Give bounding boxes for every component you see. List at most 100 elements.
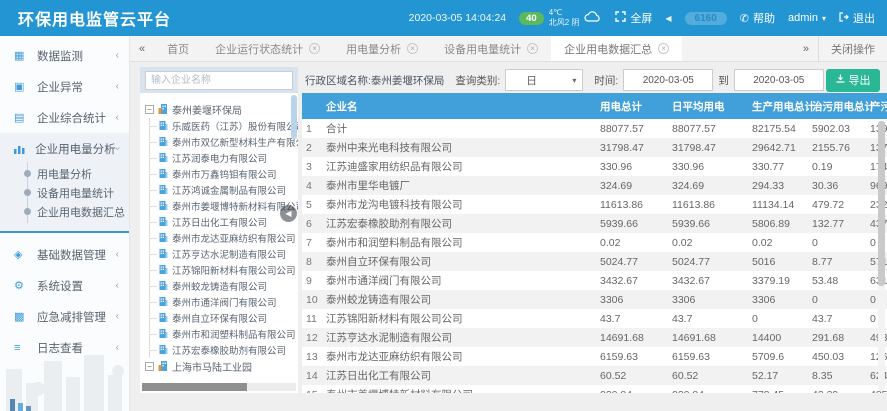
- export-button[interactable]: 导出: [826, 69, 880, 92]
- sidebar-item-company-abnormal[interactable]: ▣企业异常‹: [0, 71, 129, 102]
- building-icon: [159, 344, 168, 357]
- table-row[interactable]: 6江苏宏泰橡胶助剂有限公司5939.665939.665806.89132.77…: [302, 214, 887, 233]
- row-index: 3: [302, 157, 320, 176]
- tab-item-0[interactable]: 首页: [154, 36, 202, 61]
- tree-node[interactable]: 江苏锦阳新材料有限公司公司: [150, 262, 294, 278]
- sidebar-item-power-analysis[interactable]: 企业用电量分析›: [0, 133, 129, 164]
- scrollbar-thumb[interactable]: [878, 121, 885, 286]
- help-button[interactable]: ✆ 帮助: [740, 10, 775, 26]
- table-row[interactable]: 14江苏日出化工有限公司60.5260.5252.178.35624.79: [302, 366, 887, 385]
- tab-close-icon[interactable]: ×: [407, 43, 418, 54]
- date-to-input[interactable]: 2020-03-05: [734, 69, 824, 91]
- tree-children: 乐威医药（江苏）股份有限公司泰州市双亿新型材料生产有限公司江苏润泰电力有限公司泰…: [149, 118, 294, 358]
- table-row[interactable]: 7泰州市和润塑料制品有限公司0.020.020.0200: [302, 233, 887, 252]
- tab-item-3[interactable]: 设备用电量统计 ×: [431, 36, 551, 61]
- tabs-container: 首页企业运行状态统计×用电量分析×设备用电量统计×企业用电数据汇总×: [154, 36, 794, 61]
- tree-vertical-scrollbar[interactable]: [291, 95, 297, 139]
- notice-collapse-icon[interactable]: ◀: [665, 14, 671, 23]
- table-row[interactable]: 8泰州自立环保有限公司5024.775024.7750168.7757194.9…: [302, 252, 887, 271]
- tabs-scroll-left-icon[interactable]: «: [130, 36, 154, 61]
- tab-close-icon[interactable]: ×: [527, 43, 538, 54]
- sidebar-item-system-settings[interactable]: ⚙系统设置‹: [0, 270, 129, 301]
- tabs-scroll-right-icon[interactable]: »: [794, 36, 818, 61]
- log-icon: ≡: [14, 342, 31, 354]
- tab-close-icon[interactable]: ×: [658, 43, 669, 54]
- tree-node[interactable]: 江苏鸿诚金属制品有限公司: [150, 182, 294, 198]
- close-operations-button[interactable]: 关闭操作: [818, 36, 887, 61]
- toolbar: 行政区域名称:泰州姜堰环保局 查询类别: 日 ▾ 时间: 2020-03-05 …: [140, 67, 880, 93]
- company-search-input[interactable]: [145, 71, 293, 90]
- download-icon: [836, 74, 845, 86]
- company-name-cell: 江苏宏泰橡胶助剂有限公司: [320, 214, 594, 233]
- tab-item-4[interactable]: 企业用电数据汇总×: [551, 36, 682, 61]
- table-vertical-scrollbar[interactable]: [878, 121, 885, 390]
- sidebar: ▦数据监测‹▣企业异常‹▤企业综合统计‹企业用电量分析›用电量分析设备用电量统计…: [0, 36, 130, 411]
- tree-node[interactable]: 泰州自立环保有限公司: [150, 310, 294, 326]
- table-row[interactable]: 1合计88077.5788077.5782175.545902.031392.3…: [302, 119, 887, 138]
- tree-node[interactable]: 泰州市龙达亚麻纺织有限公司: [150, 230, 294, 246]
- usage-table: 企业名用电总计日平均用电生产用电总计治污用电总计产污/治污(用 1合计88077…: [302, 93, 887, 393]
- table-row[interactable]: 12江苏亨达水泥制造有限公司14691.6814691.6814400291.6…: [302, 328, 887, 347]
- table-row[interactable]: 4泰州市里华电镀厂324.69324.69294.3330.36969.47: [302, 176, 887, 195]
- table-row[interactable]: 13泰州市龙达亚麻纺织有限公司6159.636159.635709.6450.0…: [302, 347, 887, 366]
- value-cell: 52.17: [746, 366, 806, 385]
- logout-button[interactable]: 退出: [839, 10, 875, 26]
- value-cell: 88077.57: [666, 119, 746, 138]
- category-select[interactable]: 日 ▾: [505, 69, 583, 91]
- collapse-tree-button[interactable]: ◀: [280, 205, 297, 222]
- tree-node[interactable]: 江苏亨达水泥制造有限公司: [150, 246, 294, 262]
- tree-node[interactable]: 泰州市姜堰博特新材料有限公司: [150, 198, 294, 214]
- sidebar-item-company-stats[interactable]: ▤企业综合统计‹: [0, 102, 129, 133]
- sidebar-subitem-device-usage-stats[interactable]: 设备用电量统计: [0, 183, 129, 202]
- tree-node[interactable]: 泰州市和润塑料制品有限公司: [150, 326, 294, 342]
- sidebar-item-base-data[interactable]: ◈基础数据管理‹: [0, 239, 129, 270]
- row-index: 2: [302, 138, 320, 157]
- tab-label: 首页: [167, 41, 189, 57]
- tree-toggle-icon[interactable]: [145, 105, 154, 114]
- tree-node[interactable]: 泰州蛟龙铸造有限公司: [150, 278, 294, 294]
- tree-root-node[interactable]: 上海市马陆工业园: [145, 358, 294, 375]
- fullscreen-button[interactable]: 全屏: [615, 10, 652, 26]
- table-row[interactable]: 9泰州市通洋阀门有限公司3432.673432.673379.1953.4863…: [302, 271, 887, 290]
- user-menu[interactable]: admin ▾: [788, 12, 826, 24]
- tree-node-label: 泰州市万鑫钨钼有限公司: [172, 167, 277, 181]
- data-table-panel: 企业名用电总计日平均用电生产用电总计治污用电总计产污/治污(用 1合计88077…: [302, 93, 887, 393]
- tree-node[interactable]: 江苏日出化工有限公司: [150, 214, 294, 230]
- tree-node[interactable]: 江苏宏泰橡胶助剂有限公司: [150, 342, 294, 358]
- tree-node-label: 泰州市姜堰博特新材料有限公司: [172, 199, 298, 213]
- tree-node[interactable]: 泰州市万鑫钨钼有限公司: [150, 166, 294, 182]
- tab-item-2[interactable]: 用电量分析×: [333, 36, 431, 61]
- tree-node[interactable]: 乐威医药（江苏）股份有限公司: [150, 118, 294, 134]
- table-row[interactable]: 10泰州蛟龙铸造有限公司33063306330600: [302, 290, 887, 309]
- tree-node[interactable]: 江苏润泰电力有限公司: [150, 150, 294, 166]
- sidebar-item-emergency-reduction[interactable]: ▩应急减排管理‹: [0, 301, 129, 332]
- value-cell: 30.36: [806, 176, 864, 195]
- sidebar-subitem-company-usage-summary[interactable]: 企业用电数据汇总: [0, 202, 129, 221]
- tree-root-label: 泰州姜堰环保局: [172, 102, 242, 117]
- category-label: 查询类别:: [455, 73, 500, 88]
- tree-toggle-icon[interactable]: [145, 362, 154, 371]
- tree-horizontal-scrollbar[interactable]: [142, 383, 296, 391]
- table-row[interactable]: 5泰州市龙沟电镀科技有限公司11613.8611613.8611134.1447…: [302, 195, 887, 214]
- value-cell: 0: [806, 290, 864, 309]
- tree-root-node[interactable]: 泰州姜堰环保局: [145, 101, 294, 118]
- tab-item-1[interactable]: 企业运行状态统计×: [202, 36, 333, 61]
- tree-node[interactable]: 泰州市双亿新型材料生产有限公司: [150, 134, 294, 150]
- table-row[interactable]: 15泰州市姜堰博特新材料有限公司820.84820.84778.4542.394…: [302, 385, 887, 393]
- row-index: 6: [302, 214, 320, 233]
- tab-close-icon[interactable]: ×: [309, 43, 320, 54]
- sidebar-item-log-view[interactable]: ≡日志查看‹: [0, 332, 129, 363]
- tab-label: 设备用电量统计: [444, 41, 521, 57]
- sidebar-subitem-usage-analysis[interactable]: 用电量分析: [0, 164, 129, 183]
- sidebar-item-data-monitor[interactable]: ▦数据监测‹: [0, 40, 129, 71]
- date-from-input[interactable]: 2020-03-05: [623, 69, 713, 91]
- company-name-cell: 泰州市通洋阀门有限公司: [320, 271, 594, 290]
- value-cell: 6159.63: [594, 347, 666, 366]
- table-row[interactable]: 2泰州中来光电科技有限公司31798.4731798.4729642.71215…: [302, 138, 887, 157]
- tree-node[interactable]: 泰州市通洋阀门有限公司: [150, 294, 294, 310]
- table-row[interactable]: 3江苏迪盛家用纺织品有限公司330.96330.96330.770.191740…: [302, 157, 887, 176]
- monitor-icon: ▦: [14, 49, 31, 62]
- scrollbar-thumb[interactable]: [142, 383, 247, 391]
- chevron-left-icon: ‹: [116, 249, 119, 260]
- table-row[interactable]: 11江苏锦阳新材料有限公司公司43.743.7043.70: [302, 309, 887, 328]
